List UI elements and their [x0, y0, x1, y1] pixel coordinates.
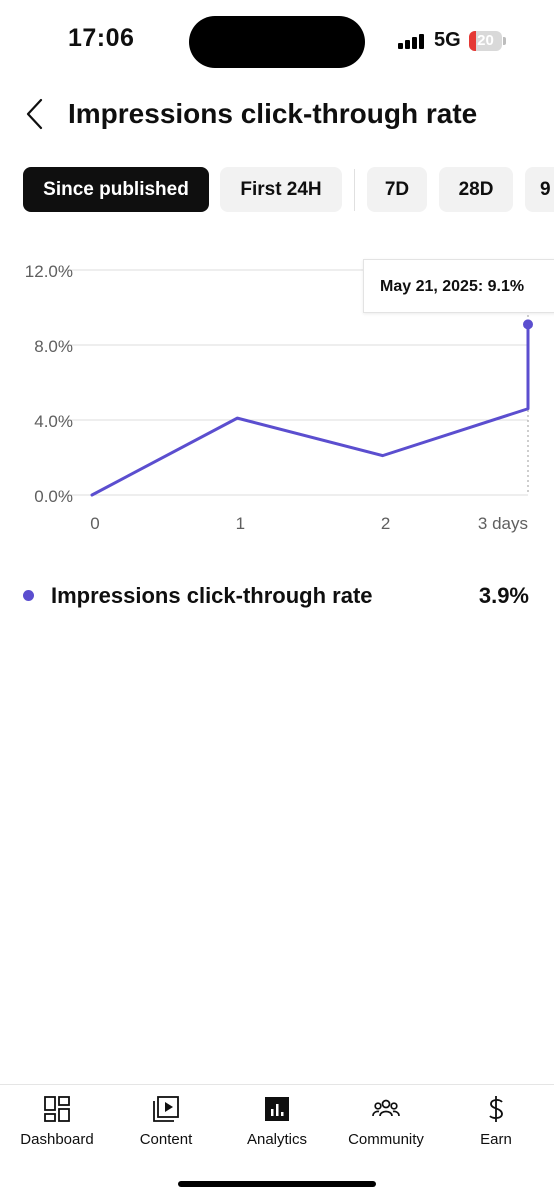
nav-content[interactable]: Content [111, 1095, 221, 1161]
analytics-icon [263, 1095, 291, 1123]
battery-level: 20 [469, 31, 502, 51]
y-tick-label: 0.0% [34, 487, 73, 506]
highlight-point [523, 319, 533, 329]
legend-label: Impressions click-through rate [51, 578, 373, 614]
page-title: Impressions click-through rate [68, 96, 477, 132]
chip-7d[interactable]: 7D [367, 167, 427, 212]
y-tick-label: 4.0% [34, 412, 73, 431]
status-bar: 17:06 5G 20 [0, 0, 554, 80]
chip-28d[interactable]: 28D [439, 167, 513, 212]
metric-legend: Impressions click-through rate 3.9% [0, 578, 554, 614]
nav-analytics-label: Analytics [222, 1131, 332, 1148]
nav-community-label: Community [331, 1131, 441, 1148]
chip-since-published[interactable]: Since published [23, 167, 209, 212]
series-line [92, 324, 528, 495]
nav-earn[interactable]: Earn [441, 1095, 551, 1161]
date-range-chips: Since published First 24H 7D 28D 9 [0, 167, 554, 213]
x-tick-label: 0 [90, 514, 99, 533]
signal-icon [398, 33, 426, 49]
x-tick-label: 3 days [478, 514, 528, 533]
network-label: 5G [434, 29, 461, 52]
community-icon [372, 1095, 400, 1123]
earn-icon [482, 1095, 510, 1123]
nav-content-label: Content [111, 1131, 221, 1148]
legend-value: 3.9% [479, 578, 529, 614]
nav-dashboard-label: Dashboard [2, 1131, 112, 1148]
chip-90d[interactable]: 9 [525, 167, 554, 212]
chart-tooltip: May 21, 2025: 9.1% [363, 259, 554, 313]
content-icon [152, 1095, 180, 1123]
dashboard-icon [43, 1095, 71, 1123]
nav-community[interactable]: Community [331, 1095, 441, 1161]
dynamic-island [189, 16, 365, 68]
nav-dashboard[interactable]: Dashboard [2, 1095, 112, 1161]
nav-earn-label: Earn [441, 1131, 551, 1148]
chip-first-24h[interactable]: First 24H [220, 167, 342, 212]
x-tick-label: 1 [236, 514, 245, 533]
x-tick-label: 2 [381, 514, 390, 533]
legend-dot [23, 590, 34, 601]
back-button[interactable] [18, 96, 52, 132]
chevron-left-icon [25, 98, 45, 130]
y-tick-label: 12.0% [25, 262, 73, 281]
status-time: 17:06 [68, 24, 134, 53]
battery-icon: 20 [469, 31, 505, 51]
chip-divider [354, 169, 355, 211]
y-tick-label: 8.0% [34, 337, 73, 356]
home-indicator [178, 1181, 376, 1187]
nav-analytics[interactable]: Analytics [222, 1095, 332, 1161]
